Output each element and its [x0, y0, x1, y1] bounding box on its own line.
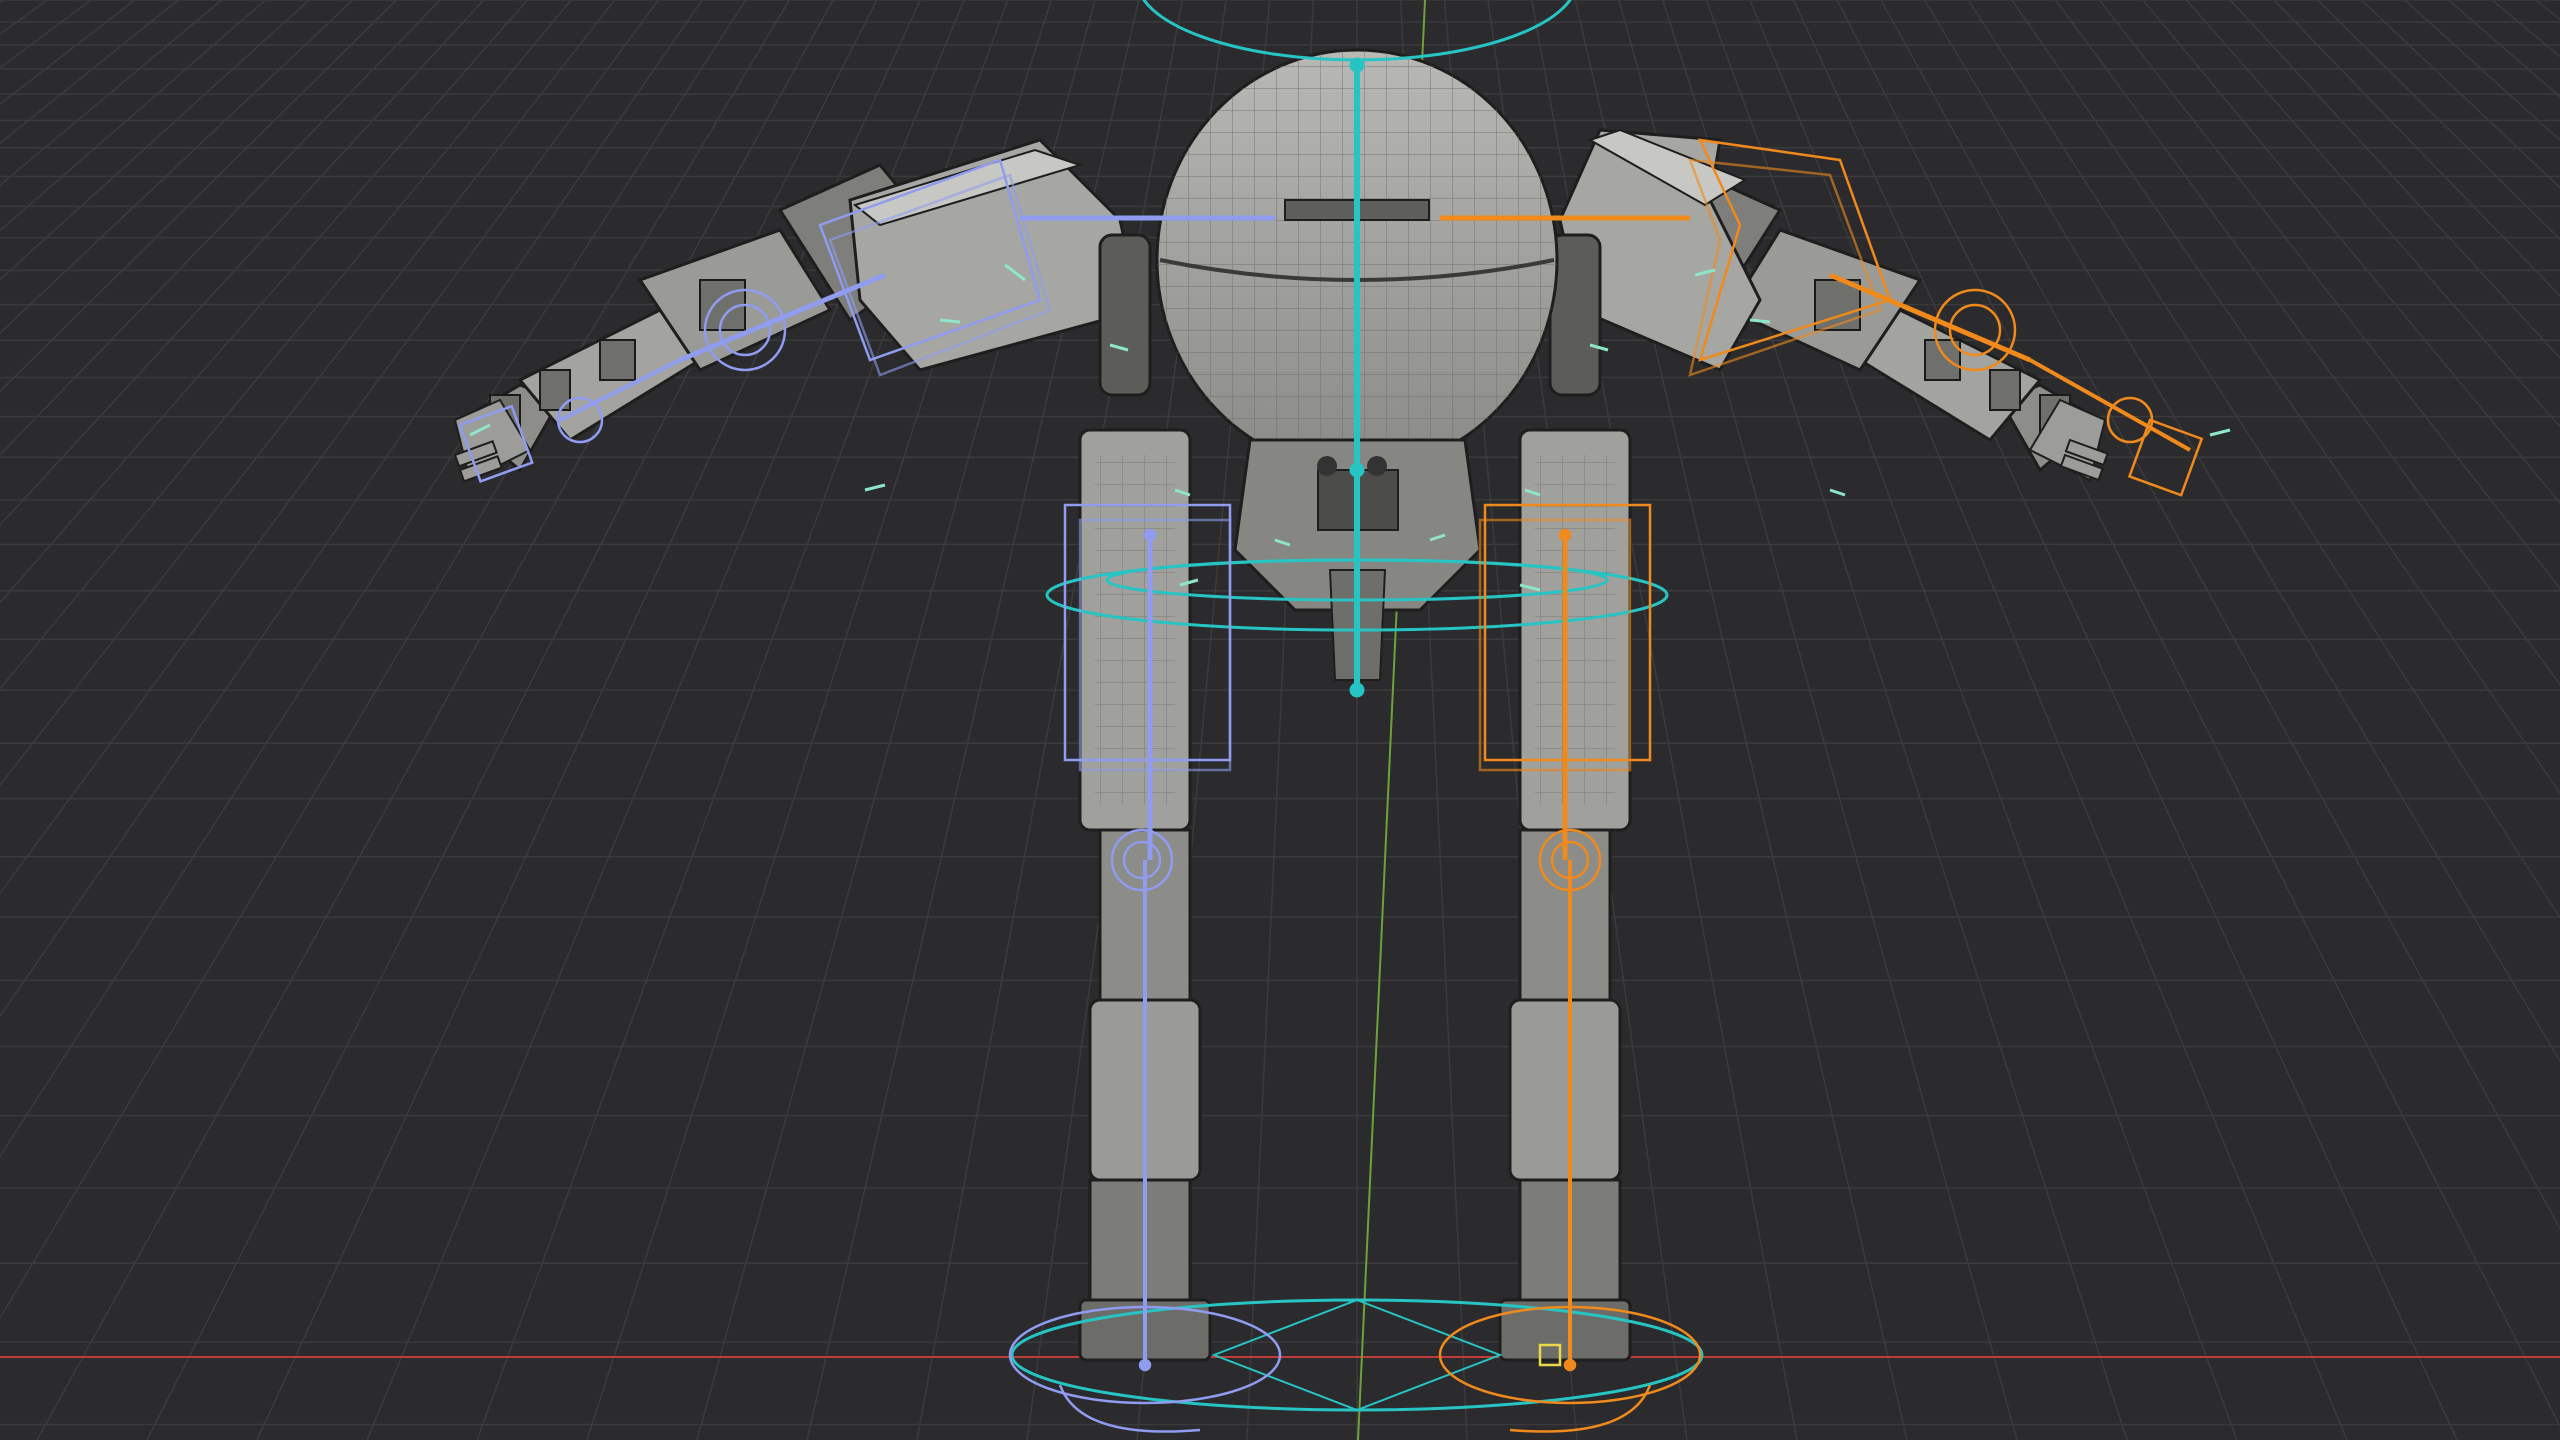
3d-viewport[interactable]: [0, 0, 2560, 1440]
